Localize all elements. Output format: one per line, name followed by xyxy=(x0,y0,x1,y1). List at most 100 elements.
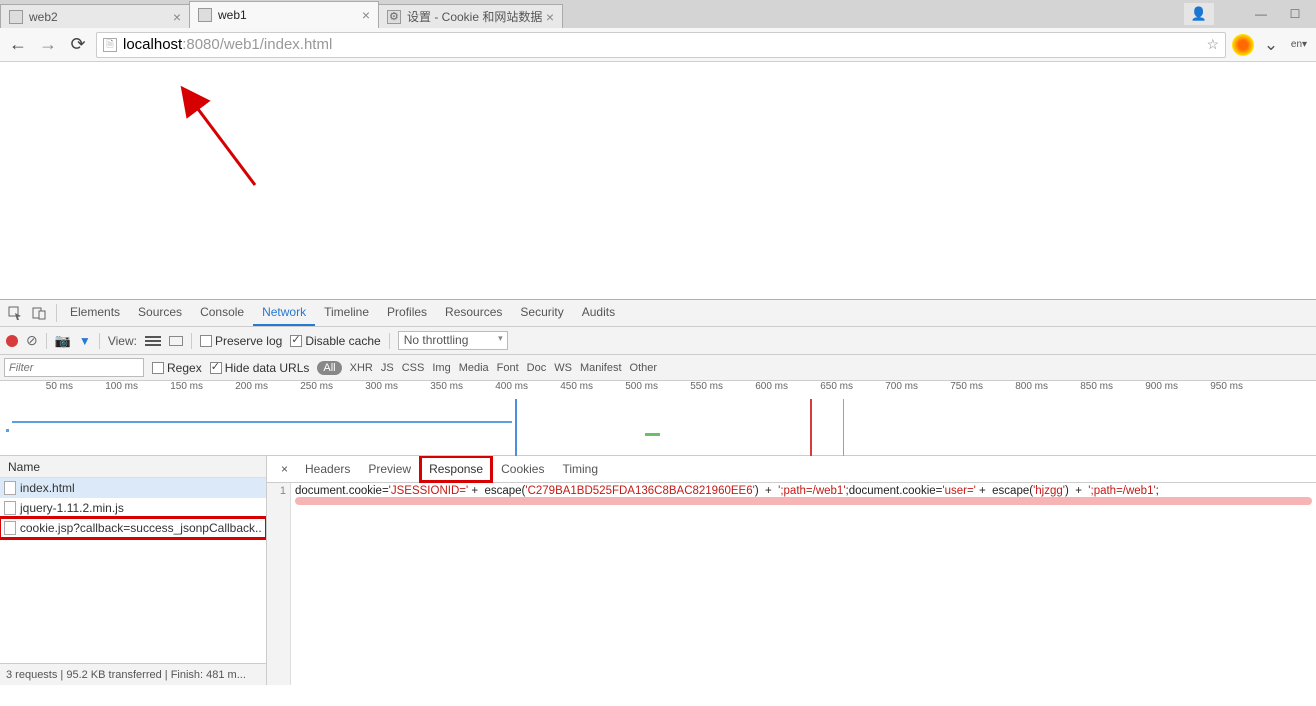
extension-icon[interactable] xyxy=(1232,34,1254,56)
tick: 350 ms xyxy=(400,381,465,399)
tick: 200 ms xyxy=(205,381,270,399)
back-button[interactable]: ← xyxy=(6,33,30,57)
user-icon: 👤 xyxy=(1191,6,1207,22)
request-list: Name index.html jquery-1.11.2.min.js coo… xyxy=(0,456,267,685)
tab-title: web2 xyxy=(29,10,58,24)
filter-input[interactable] xyxy=(4,358,144,377)
type-filter-media[interactable]: Media xyxy=(459,362,489,374)
tick: 950 ms xyxy=(1180,381,1245,399)
user-button[interactable]: 👤 xyxy=(1184,3,1214,25)
type-filter-js[interactable]: JS xyxy=(381,362,394,374)
devtools-main-tabs: Elements Sources Console Network Timelin… xyxy=(0,300,1316,327)
response-body[interactable]: 1 document.cookie='JSESSIONID=' + escape… xyxy=(267,483,1316,685)
close-icon[interactable]: × xyxy=(362,7,370,23)
preserve-log-checkbox[interactable]: Preserve log xyxy=(200,334,282,348)
detail-tab-response[interactable]: Response xyxy=(420,456,492,482)
element-picker-icon[interactable] xyxy=(4,303,26,323)
device-mode-icon[interactable] xyxy=(28,303,50,323)
bookmark-star-icon[interactable]: ☆ xyxy=(1206,36,1219,53)
file-icon xyxy=(4,501,16,515)
tab-title: 设置 - Cookie 和网站数据 xyxy=(407,8,542,25)
detail-tab-cookies[interactable]: Cookies xyxy=(492,456,553,482)
close-detail-button[interactable]: × xyxy=(273,462,296,476)
throttling-value: No throttling xyxy=(404,333,469,347)
tick: 700 ms xyxy=(855,381,920,399)
forward-button[interactable]: → xyxy=(36,33,60,57)
maximize-button[interactable]: ☐ xyxy=(1278,4,1312,24)
type-filter-img[interactable]: Img xyxy=(432,362,450,374)
close-icon[interactable]: × xyxy=(546,9,554,25)
request-row-cookie-jsp[interactable]: cookie.jsp?callback=success_jsonpCallbac… xyxy=(0,518,266,538)
extension-pocket-icon[interactable]: ⌄ xyxy=(1260,34,1282,56)
request-detail-panel: × Headers Preview Response Cookies Timin… xyxy=(267,456,1316,685)
tick: 450 ms xyxy=(530,381,595,399)
type-filter-manifest[interactable]: Manifest xyxy=(580,362,622,374)
minimize-button[interactable]: — xyxy=(1244,4,1278,24)
network-status-bar: 3 requests | 95.2 KB transferred | Finis… xyxy=(0,663,266,685)
regex-checkbox[interactable]: Regex xyxy=(152,361,202,375)
line-gutter: 1 xyxy=(267,483,291,685)
request-row-index[interactable]: index.html xyxy=(0,478,266,498)
tab-profiles[interactable]: Profiles xyxy=(378,300,436,326)
load-line xyxy=(810,399,812,456)
browser-tab-bar: web2 × web1 × 设置 - Cookie 和网站数据 × 👤 — ☐ xyxy=(0,0,1316,28)
network-timeline[interactable]: 50 ms 100 ms 150 ms 200 ms 250 ms 300 ms… xyxy=(0,381,1316,456)
type-filter-all[interactable]: All xyxy=(317,361,341,375)
devtools: Elements Sources Console Network Timelin… xyxy=(0,299,1316,685)
browser-tab-web1[interactable]: web1 × xyxy=(189,1,379,28)
tick: 800 ms xyxy=(985,381,1050,399)
detail-tab-preview[interactable]: Preview xyxy=(359,456,420,482)
tick: 100 ms xyxy=(75,381,140,399)
favicon-icon xyxy=(198,8,212,22)
tab-network[interactable]: Network xyxy=(253,300,315,326)
request-list-header[interactable]: Name xyxy=(0,456,266,478)
tick: 850 ms xyxy=(1050,381,1115,399)
type-filter-doc[interactable]: Doc xyxy=(527,362,547,374)
filter-toggle-icon[interactable]: ▼ xyxy=(79,334,91,348)
tick: 150 ms xyxy=(140,381,205,399)
screenshot-button[interactable]: 📷 xyxy=(55,333,71,349)
type-filter-css[interactable]: CSS xyxy=(402,362,425,374)
tab-elements[interactable]: Elements xyxy=(61,300,129,326)
network-filter-row: Regex Hide data URLs All XHR JS CSS Img … xyxy=(0,355,1316,381)
tab-resources[interactable]: Resources xyxy=(436,300,511,326)
tab-security[interactable]: Security xyxy=(511,300,572,326)
line-number: 1 xyxy=(280,485,286,497)
tab-console[interactable]: Console xyxy=(191,300,253,326)
detail-tab-headers[interactable]: Headers xyxy=(296,456,359,482)
type-filter-xhr[interactable]: XHR xyxy=(350,362,373,374)
nav-bar: ← → ⟳ 🗎 localhost:8080/web1/index.html ☆… xyxy=(0,28,1316,62)
type-filter-other[interactable]: Other xyxy=(630,362,658,374)
tab-timeline[interactable]: Timeline xyxy=(315,300,378,326)
tab-sources[interactable]: Sources xyxy=(129,300,191,326)
network-toolbar: ⊘ 📷 ▼ View: Preserve log Disable cache N… xyxy=(0,327,1316,355)
page-viewport xyxy=(0,62,1316,299)
extension-icon[interactable]: en▾ xyxy=(1288,34,1310,56)
record-button[interactable] xyxy=(6,335,18,347)
address-bar[interactable]: 🗎 localhost:8080/web1/index.html ☆ xyxy=(96,32,1226,58)
type-filter-ws[interactable]: WS xyxy=(554,362,572,374)
dom-content-loaded-line xyxy=(515,399,517,456)
close-icon[interactable]: × xyxy=(173,9,181,25)
disable-cache-checkbox[interactable]: Disable cache xyxy=(290,334,380,348)
request-row-jquery[interactable]: jquery-1.11.2.min.js xyxy=(0,498,266,518)
list-view-button[interactable] xyxy=(145,336,161,346)
preserve-log-label: Preserve log xyxy=(215,334,282,348)
reload-button[interactable]: ⟳ xyxy=(66,33,90,57)
detail-tabs: × Headers Preview Response Cookies Timin… xyxy=(267,456,1316,483)
type-filter-font[interactable]: Font xyxy=(497,362,519,374)
extension-icons: ⌄ en▾ xyxy=(1232,34,1310,56)
favicon-icon xyxy=(9,10,23,24)
disable-cache-label: Disable cache xyxy=(305,334,380,348)
large-view-button[interactable] xyxy=(169,336,183,346)
tab-audits[interactable]: Audits xyxy=(573,300,624,326)
clear-button[interactable]: ⊘ xyxy=(26,332,38,349)
browser-tab-web2[interactable]: web2 × xyxy=(0,4,190,28)
divider xyxy=(191,333,192,349)
throttling-select[interactable]: No throttling xyxy=(398,331,508,350)
response-code: document.cookie='JSESSIONID=' + escape('… xyxy=(295,485,1312,497)
detail-tab-timing[interactable]: Timing xyxy=(553,456,607,482)
browser-tab-settings[interactable]: 设置 - Cookie 和网站数据 × xyxy=(378,4,563,28)
hide-data-urls-checkbox[interactable]: Hide data URLs xyxy=(210,361,310,375)
tick: 300 ms xyxy=(335,381,400,399)
